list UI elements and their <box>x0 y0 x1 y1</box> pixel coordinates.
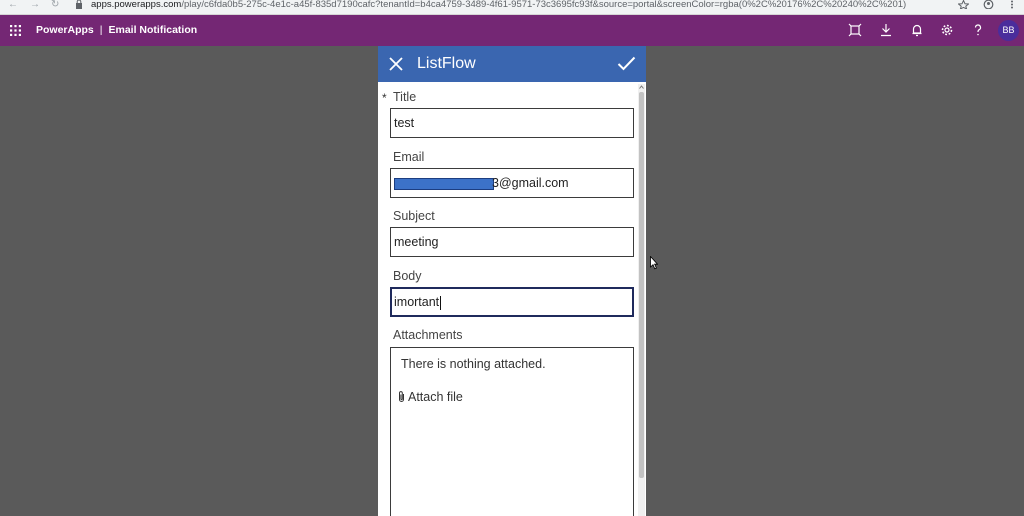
url-host: apps.powerapps.com <box>91 0 182 10</box>
browser-address-bar: ← → ↻ apps.powerapps.com/play/c6fda0b5-2… <box>0 0 1024 15</box>
text-caret <box>440 295 442 310</box>
form-scrollbar[interactable] <box>638 84 645 516</box>
paperclip-icon <box>399 391 404 402</box>
app-launcher-icon[interactable] <box>10 25 21 36</box>
user-avatar[interactable]: BB <box>998 20 1019 41</box>
profile-icon[interactable] <box>983 0 994 9</box>
title-separator: | <box>99 24 103 36</box>
body-label: Body <box>393 269 422 283</box>
url-path: /play/c6fda0b5-275c-4e1c-a45f-835d7190ca… <box>181 0 907 10</box>
attach-file-button[interactable]: Attach file <box>397 390 463 404</box>
required-marker: * <box>382 91 387 105</box>
screen-name: Email Notification <box>108 24 198 36</box>
help-icon[interactable] <box>971 23 985 37</box>
email-label: Email <box>393 150 425 164</box>
app-header: PowerApps | Email Notification BB <box>0 15 1024 46</box>
bookmark-star-icon[interactable] <box>958 0 969 9</box>
scrollbar-thumb[interactable] <box>639 92 644 478</box>
back-icon[interactable]: ← <box>8 0 18 10</box>
subject-input[interactable]: meeting <box>390 227 634 257</box>
browser-menu-icon[interactable] <box>1009 0 1015 9</box>
download-icon[interactable] <box>879 23 893 37</box>
submit-check-icon[interactable] <box>617 56 636 71</box>
body-input[interactable]: imortant <box>390 287 634 317</box>
lock-icon <box>76 0 82 9</box>
settings-gear-icon[interactable] <box>940 23 954 37</box>
attachments-empty-text: There is nothing attached. <box>401 357 546 371</box>
attach-file-label: Attach file <box>408 390 463 404</box>
email-input[interactable]: 3@gmail.com <box>390 168 634 198</box>
url-field[interactable]: apps.powerapps.com/play/c6fda0b5-275c-4e… <box>91 0 906 10</box>
title-label: Title <box>393 90 417 104</box>
email-value: 3@gmail.com <box>492 176 569 190</box>
subject-label: Subject <box>393 209 435 223</box>
fit-to-screen-icon[interactable] <box>848 23 862 37</box>
attachments-label: Attachments <box>393 328 463 342</box>
notifications-bell-icon[interactable] <box>910 23 924 37</box>
forward-icon[interactable]: → <box>30 0 40 10</box>
redacted-email-block <box>394 177 494 190</box>
mouse-pointer-icon <box>650 256 658 270</box>
form-header: ListFlow <box>378 46 646 82</box>
app-title: PowerApps | Email Notification <box>36 15 197 46</box>
scroll-up-arrow-icon[interactable] <box>638 84 645 90</box>
attachments-box: There is nothing attached. Attach file <box>390 347 634 516</box>
close-icon[interactable] <box>389 57 403 71</box>
title-input[interactable]: test <box>390 108 634 138</box>
app-name: PowerApps <box>36 24 94 36</box>
body-value: imortant <box>394 295 440 309</box>
listflow-form-panel: ListFlow * Title test Email 3@gmail.com … <box>378 46 646 516</box>
reload-icon[interactable]: ↻ <box>51 0 59 10</box>
form-title: ListFlow <box>417 55 476 72</box>
